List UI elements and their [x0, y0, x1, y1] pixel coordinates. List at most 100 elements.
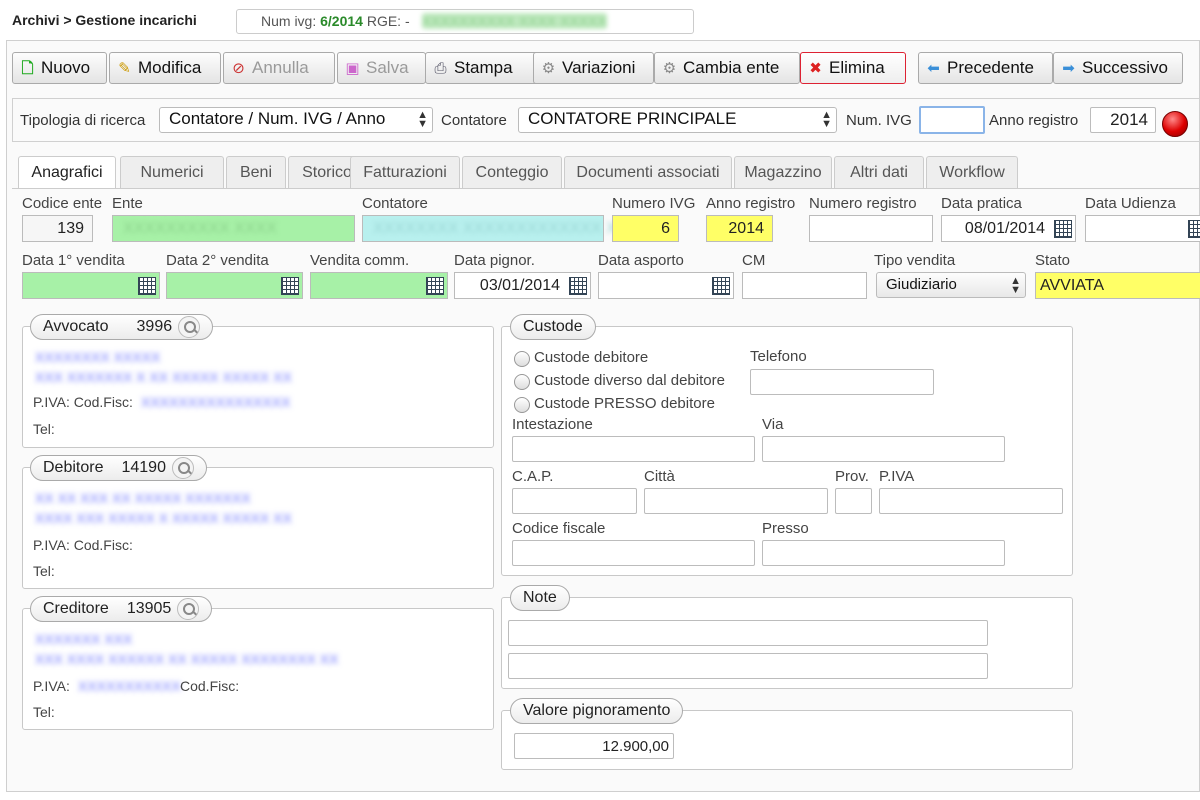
change-entity-button[interactable]: ⚙ Cambia ente — [654, 52, 800, 84]
status-field[interactable]: AVVIATA — [1035, 272, 1200, 299]
creditor-legend: Creditore 13905 — [30, 596, 213, 622]
custodian-at-debtor-radio[interactable] — [514, 397, 530, 413]
notes-input-2[interactable] — [508, 653, 988, 679]
search-icon[interactable] — [177, 598, 200, 620]
province-input[interactable] — [835, 488, 872, 514]
tab-workflow[interactable]: Workflow — [926, 156, 1018, 188]
search-type-label: Tipologia di ricerca — [20, 112, 146, 129]
calendar-icon[interactable] — [138, 277, 156, 295]
next-button[interactable]: ➡ Successivo — [1053, 52, 1183, 84]
year-register-field-label: Anno registro — [706, 195, 796, 212]
calendar-icon[interactable] — [426, 277, 444, 295]
province-label: Prov. — [835, 468, 869, 485]
removal-date-field[interactable] — [598, 272, 734, 299]
city-input[interactable] — [644, 488, 828, 514]
calendar-icon[interactable] — [1054, 220, 1072, 238]
calendar-icon[interactable] — [569, 277, 587, 295]
practice-date-field[interactable]: 08/01/2014 — [941, 215, 1076, 242]
commercial-sale-field[interactable] — [310, 272, 448, 299]
seizure-value-field[interactable]: 12.900,00 — [514, 733, 674, 759]
calendar-icon[interactable] — [281, 277, 299, 295]
num-ivg-label: Num. IVG — [846, 112, 912, 129]
save-button[interactable]: ▣ Salva — [337, 52, 426, 84]
custodian-box: Custode debitore Custode diverso dal deb… — [501, 326, 1073, 576]
breadcrumb: Archivi > Gestione incarichi — [12, 12, 197, 28]
status-indicator-icon — [1162, 111, 1188, 137]
arrow-left-icon: ⬅ — [927, 59, 940, 77]
custodian-other-radio[interactable] — [514, 374, 530, 390]
tab-magazzino[interactable]: Magazzino — [734, 156, 832, 188]
hearing-date-field[interactable] — [1085, 215, 1200, 242]
notes-input-1[interactable] — [508, 620, 988, 646]
calendar-icon[interactable] — [712, 277, 730, 295]
register-number-label: Numero registro — [809, 195, 917, 212]
zip-input[interactable] — [512, 488, 637, 514]
search-icon[interactable] — [171, 457, 194, 479]
taxcode-input[interactable] — [512, 540, 755, 566]
presso-input[interactable] — [762, 540, 1005, 566]
counter-select[interactable]: CONTATORE PRINCIPALE ▲ ▼ — [518, 107, 837, 133]
title-bar: Archivi > Gestione incarichi Num ivg: 6/… — [0, 0, 1200, 40]
pencil-icon: ✎ — [118, 59, 131, 77]
register-number-field[interactable] — [809, 215, 933, 242]
lawyer-name: XXXXXXXX XXXXX — [35, 349, 161, 365]
tab-numerici[interactable]: Numerici — [120, 156, 224, 188]
new-button[interactable]: 🗋 Nuovo — [12, 52, 107, 84]
street-input[interactable] — [762, 436, 1005, 462]
ivg-number-label: Numero IVG — [612, 195, 696, 212]
tab-fatturazioni[interactable]: Fatturazioni — [350, 156, 460, 188]
updown-arrow-icon: ▲ ▼ — [417, 109, 428, 130]
year-input[interactable]: 2014 — [1090, 107, 1156, 133]
creditor-vat-value: XXXXXXXXXXX — [78, 678, 181, 694]
lawyer-vat-value: XXXXXXXXXXXXXXXX — [141, 394, 291, 410]
print-button[interactable]: ⎙ Stampa — [425, 52, 540, 84]
removal-date-label: Data asporto — [598, 252, 684, 269]
tab-documenti[interactable]: Documenti associati — [564, 156, 732, 188]
heading-input[interactable] — [512, 436, 755, 462]
updown-arrow-icon: ▲ ▼ — [821, 109, 832, 130]
notes-legend: Note — [510, 585, 570, 611]
previous-button[interactable]: ⬅ Precedente — [918, 52, 1053, 84]
tab-beni[interactable]: Beni — [226, 156, 286, 188]
heading-label: Intestazione — [512, 416, 593, 433]
vat-input[interactable] — [879, 488, 1063, 514]
entity-field[interactable]: XXXXXXXXXX XXXX — [112, 215, 355, 242]
entity-code-field[interactable]: 139 — [22, 215, 93, 242]
search-type-select[interactable]: Contatore / Num. IVG / Anno ▲ ▼ — [159, 107, 433, 133]
variations-button[interactable]: ⚙ Variazioni — [533, 52, 654, 84]
ivg-number-field[interactable]: 6 — [612, 215, 679, 242]
tab-altri-dati[interactable]: Altri dati — [834, 156, 924, 188]
debtor-code: 14190 — [121, 459, 166, 476]
lawyer-address: XXX XXXXXXX X XX XXXXX XXXXX XX — [35, 369, 292, 385]
second-sale-date-field[interactable] — [166, 272, 303, 299]
tab-anagrafici[interactable]: Anagrafici — [18, 156, 116, 189]
cm-label: CM — [742, 252, 766, 269]
creditor-address: XXX XXXX XXXXXX XX XXXXX XXXXXXXX XX — [35, 651, 339, 667]
num-ivg-input[interactable] — [919, 106, 985, 134]
debtor-tel-label: Tel: — [33, 563, 55, 579]
first-sale-date-field[interactable] — [22, 272, 160, 299]
new-document-icon: 🗋 — [21, 59, 34, 77]
phone-input[interactable] — [750, 369, 934, 395]
cancel-button[interactable]: ⊘ Annulla — [223, 52, 335, 84]
custodian-debtor-radio[interactable] — [514, 351, 530, 367]
creditor-taxcode-label: Cod.Fisc: — [180, 678, 240, 694]
first-sale-date-label: Data 1° vendita — [22, 252, 125, 269]
counter-field-label: Contatore — [362, 195, 428, 212]
arrow-right-icon: ➡ — [1062, 59, 1075, 77]
debtor-box: XX XX XXX XX XXXXX XXXXXXX XXXX XXX XXXX… — [22, 467, 494, 589]
delete-button[interactable]: ✖ Elimina — [800, 52, 906, 84]
search-icon[interactable] — [178, 316, 201, 338]
seizure-date-field[interactable]: 03/01/2014 — [454, 272, 591, 299]
cm-field[interactable] — [742, 272, 867, 299]
edit-button[interactable]: ✎ Modifica — [109, 52, 221, 84]
counter-field[interactable]: XXXXXXXX XXXXXXXXXXXXX XX — [362, 215, 627, 242]
calendar-icon[interactable] — [1188, 220, 1200, 238]
entity-code-label: Codice ente — [22, 195, 103, 212]
tab-conteggio[interactable]: Conteggio — [462, 156, 562, 188]
custodian-at-debtor-label: Custode PRESSO debitore — [534, 395, 715, 412]
year-register-field[interactable]: 2014 — [706, 215, 773, 242]
lawyer-tel-label: Tel: — [33, 421, 55, 437]
creditor-name: XXXXXXX XXX — [35, 631, 133, 647]
sale-type-select[interactable]: Giudiziario ▲ ▼ — [876, 272, 1026, 298]
